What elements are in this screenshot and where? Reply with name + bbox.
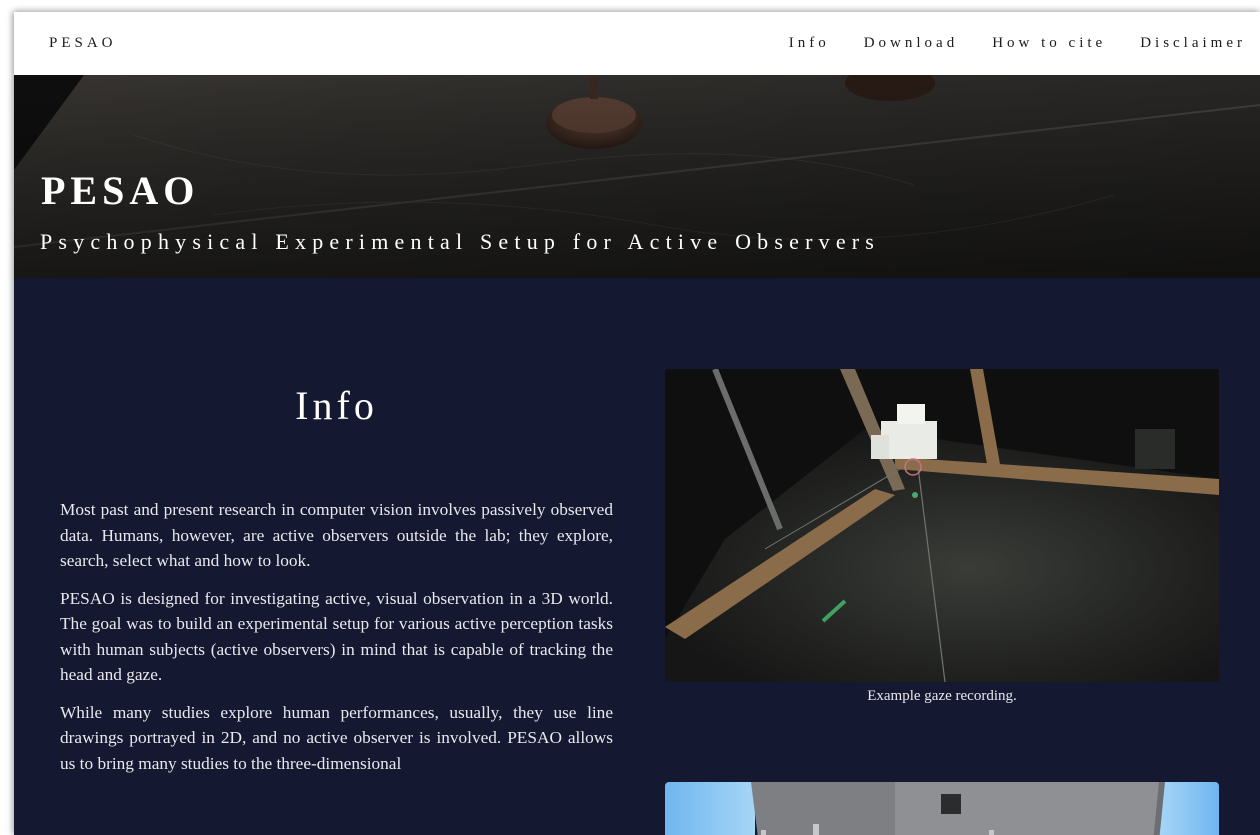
gaze-recording-image [665, 369, 1219, 682]
nav-links: Info Download How to cite Disclaimer [755, 35, 1246, 52]
nav-link-disclaimer[interactable]: Disclaimer [1140, 35, 1246, 52]
nav-link-download[interactable]: Download [864, 35, 959, 52]
nav-link-info[interactable]: Info [789, 35, 830, 52]
gaze-recording-caption: Example gaze recording. [867, 688, 1017, 704]
hero-subtitle: Psychophysical Experimental Setup for Ac… [40, 229, 881, 254]
info-text: Most past and present research in comput… [60, 497, 613, 788]
nav-link-how-to-cite[interactable]: How to cite [992, 35, 1106, 52]
info-heading: Info [295, 383, 378, 428]
info-paragraph: Most past and present research in comput… [60, 500, 613, 570]
brand-link[interactable]: PESAO [49, 35, 117, 52]
setup-render-scene [665, 782, 1219, 835]
info-paragraph: While many studies explore human perform… [60, 702, 613, 773]
top-navbar: PESAO Info Download How to cite Disclaim… [14, 12, 1260, 75]
hero-banner: PESAO Psychophysical Experimental Setup … [14, 75, 1260, 278]
setup-render-image [665, 782, 1219, 835]
gaze-recording-scene [665, 369, 1219, 682]
hero-title: PESAO [41, 168, 200, 213]
info-paragraph: PESAO is designed for investigating acti… [60, 588, 613, 685]
page-frame: PESAO Info Download How to cite Disclaim… [14, 12, 1260, 835]
